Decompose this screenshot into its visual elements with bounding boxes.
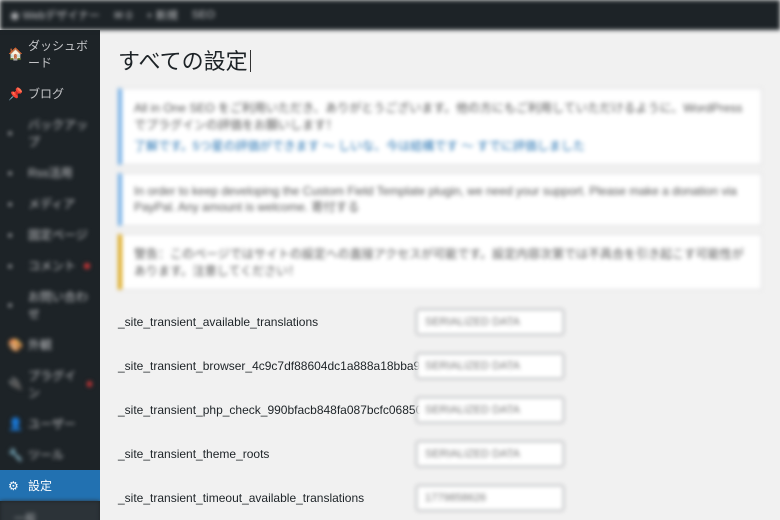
sidebar-item-label: Rss活用 [28,164,73,181]
settings-label: _site_transient_theme_roots [118,447,416,461]
settings-label: _site_transient_timeout_available_transl… [118,491,416,505]
sidebar-item-label: メディア [28,195,75,212]
settings-row: _site_transient_available_translations [118,300,762,344]
menu-icon: ▪ [8,228,22,242]
settings-label: _site_transient_php_check_990bfacb848fa0… [118,403,416,417]
sidebar-item-generic[interactable]: ▪ お問い合わせ [0,281,100,329]
sidebar-item-plugins[interactable]: 🔌 プラグイン [0,360,100,408]
sidebar-item-generic[interactable]: ▪ 固定ページ [0,219,100,250]
sidebar-item-label: お問い合わせ [28,288,92,322]
sidebar-item-blog[interactable]: 📌 ブログ [0,78,100,109]
sidebar-item-dashboard[interactable]: 🏠 ダッシュボード [0,30,100,78]
sidebar-item-generic[interactable]: ▪ Rss活用 [0,157,100,188]
settings-row: _site_transient_theme_roots [118,432,762,476]
wrench-icon: 🔧 [8,448,22,462]
settings-input[interactable] [416,397,564,423]
sidebar-item-tools[interactable]: 🔧 ツール [0,439,100,470]
user-icon: 👤 [8,417,22,431]
plug-icon: 🔌 [8,377,22,391]
update-badge [84,263,90,269]
update-badge [87,381,92,387]
sidebar-item-appearance[interactable]: 🎨 外観 [0,329,100,360]
sidebar-item-label: 外観 [28,336,52,353]
dashboard-icon: 🏠 [8,47,22,61]
sidebar-item-label: ダッシュボード [28,37,92,71]
sidebar-item-label: プラグイン [28,367,79,401]
sidebar-item-label: 設定 [28,477,52,494]
sidebar-item-settings[interactable]: ⚙ 設定 [0,470,100,501]
settings-row: _site_transient_php_check_990bfacb848fa0… [118,388,762,432]
sidebar-item-label: ツール [28,446,64,463]
sidebar-item-users[interactable]: 👤 ユーザー [0,408,100,439]
menu-icon: ▪ [8,197,22,211]
settings-input[interactable] [416,441,564,467]
settings-label: _site_transient_available_translations [118,315,416,329]
settings-row: _site_transient_timeout_available_transl… [118,476,762,520]
menu-icon: ▪ [8,298,22,312]
sidebar-item-generic[interactable]: ▪ メディア [0,188,100,219]
sidebar-item-label: コメント [28,257,76,274]
sidebar-submenu: 一般投稿設定表示設定ディスカッションメディアパーマリンクプライバシーAkisme… [0,501,100,520]
sidebar-item-label: 固定ページ [28,226,88,243]
admin-topbar: ◉ Webデザイナー✉ 0+ 新規SEO [0,0,780,30]
gear-icon: ⚙ [8,479,22,493]
settings-table: _site_transient_available_translations _s… [118,300,762,520]
menu-icon: ▪ [8,259,22,273]
sidebar-item-label: ブログ [28,85,64,102]
settings-label: _site_transient_browser_4c9c7df88604dc1a… [118,359,416,373]
sidebar-item-label: バックアップ [28,116,92,150]
page-title: すべての設定 [118,44,762,76]
menu-icon: ▪ [8,166,22,180]
sidebar-item-label: ユーザー [28,415,76,432]
sidebar-item-generic[interactable]: ▪ バックアップ [0,109,100,157]
brush-icon: 🎨 [8,338,22,352]
admin-sidebar: 🏠 ダッシュボード 📌 ブログ ▪ バックアップ ▪ Rss活用 ▪ メディア ▪ 固定ページ… [0,30,100,520]
settings-input[interactable] [416,309,564,335]
settings-row: _site_transient_browser_4c9c7df88604dc1a… [118,344,762,388]
menu-icon: ▪ [8,126,22,140]
notice-seo: All in One SEO をご利用いただき、ありがとうございます。他の方にも… [118,88,762,165]
main-content: すべての設定 All in One SEO をご利用いただき、ありがとうございま… [100,30,780,520]
pin-icon: 📌 [8,87,22,101]
sidebar-item-generic[interactable]: ▪ コメント [0,250,100,281]
notice-warning: 警告：このページではサイトの設定への直接アクセスが可能です。設定内容次第では不具… [118,234,762,290]
sidebar-subitem[interactable]: 一般 [8,506,100,520]
settings-input[interactable] [416,485,564,511]
settings-input[interactable] [416,353,564,379]
notice-cft: In order to keep developing the Custom F… [118,173,762,226]
